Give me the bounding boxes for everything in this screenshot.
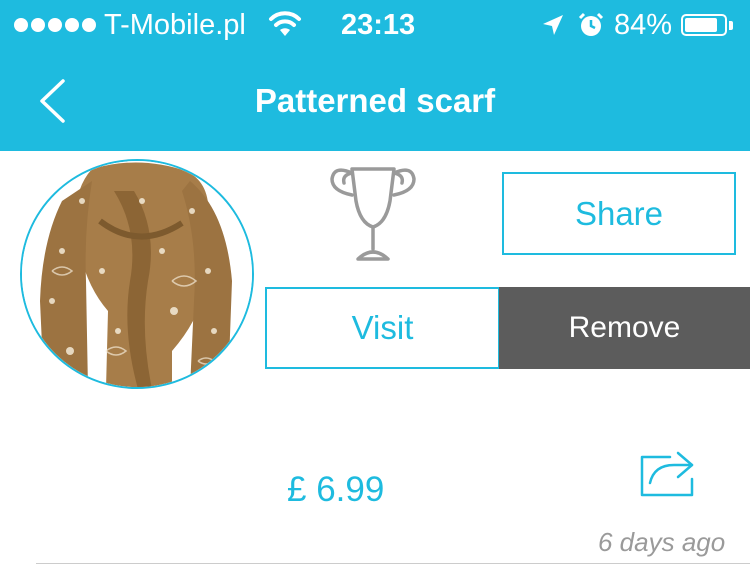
share-arrow-icon[interactable] [640,451,694,497]
share-button[interactable]: Share [502,172,736,255]
app-header: T-Mobile.pl 23:13 84% Patterned scarf [0,0,750,151]
signal-strength-icon [14,18,96,32]
price: £ 6.99 [287,470,385,509]
location-arrow-icon [543,15,563,35]
clock: 23:13 [341,9,416,41]
trophy-icon [330,167,416,261]
battery-percent: 84% [614,9,673,41]
timestamp: 6 days ago [598,527,726,557]
divider [36,563,750,564]
page-title: Patterned scarf [254,82,496,119]
remove-button[interactable]: Remove [499,287,750,369]
scarf-photo [22,161,252,387]
battery-icon [681,14,727,36]
carrier-name: T-Mobile.pl [104,9,246,41]
alarm-clock-icon [578,12,604,36]
status-bar: T-Mobile.pl 23:13 84% [0,0,750,50]
wifi-icon [269,11,301,36]
visit-button[interactable]: Visit [265,287,500,369]
product-image [20,159,254,389]
